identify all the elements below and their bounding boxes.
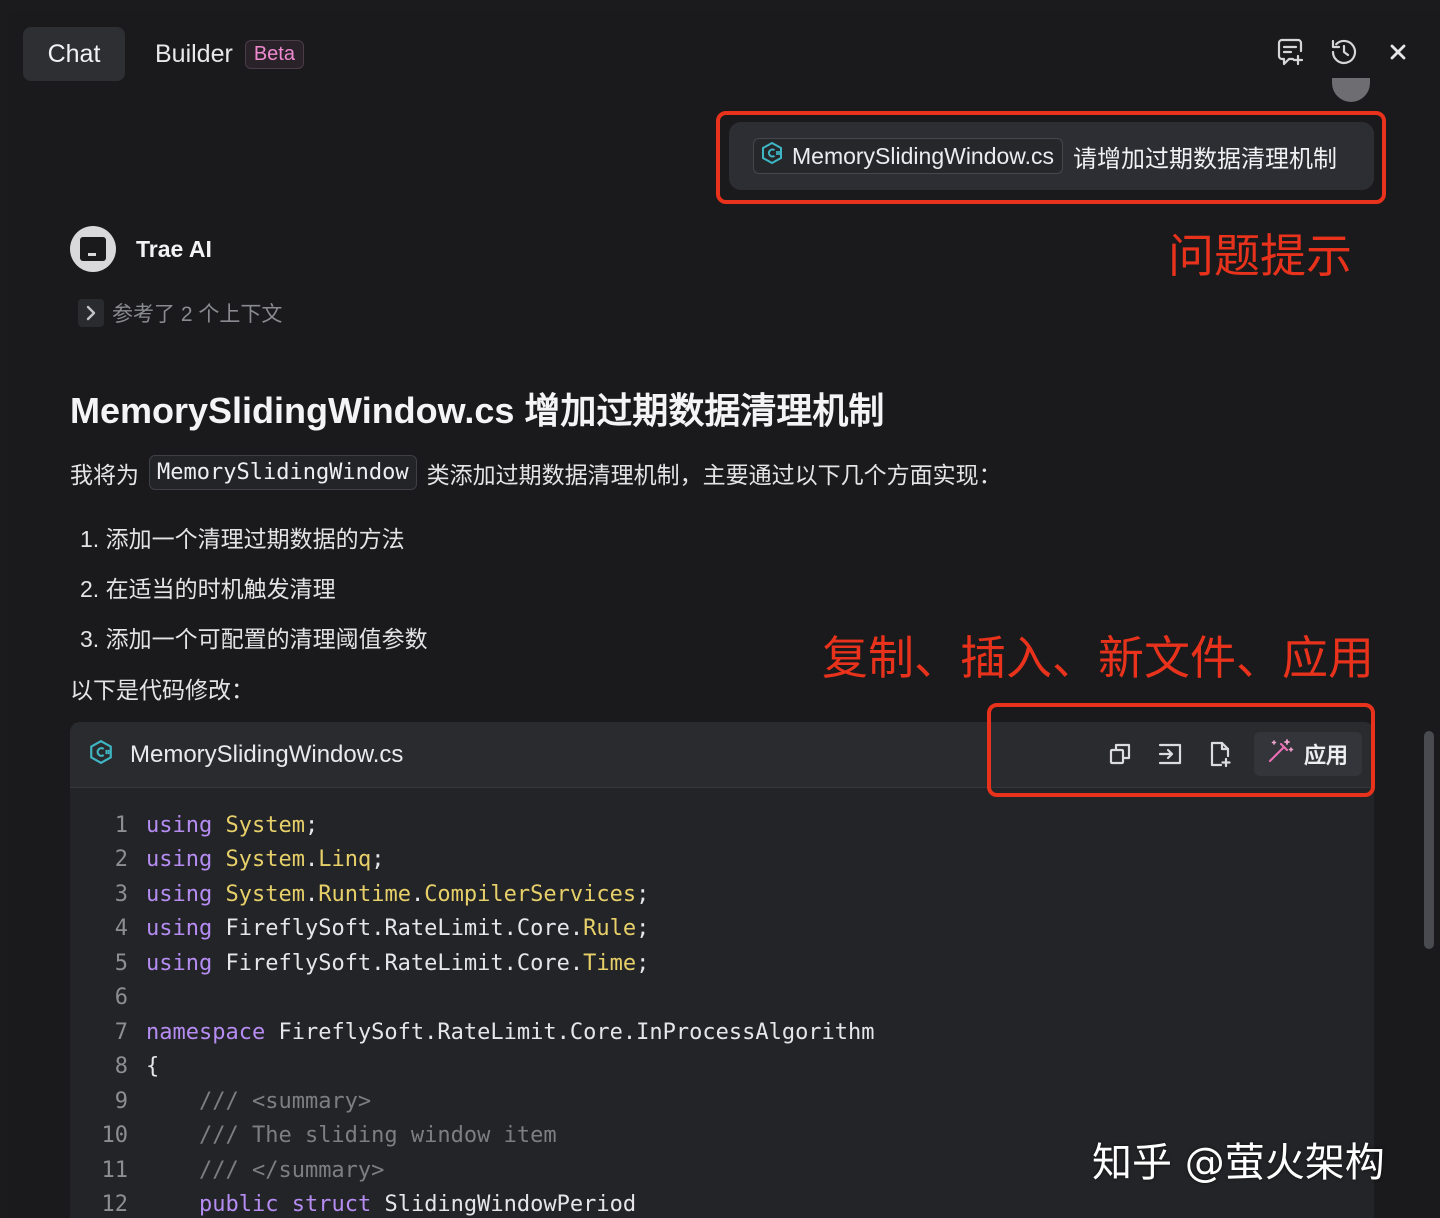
- header-actions: [1274, 36, 1414, 68]
- code-line: 12 public struct SlidingWindowPeriod: [101, 1192, 637, 1218]
- code-line: 9 /// <summary>: [114, 1088, 372, 1114]
- annotation-actions-hint: 复制、插入、新文件、应用: [822, 631, 1374, 685]
- annotation-box-question: [716, 111, 1386, 204]
- code-line: 1 using System;: [114, 812, 319, 838]
- close-icon[interactable]: [1382, 36, 1414, 68]
- scrollbar[interactable]: [1424, 731, 1434, 949]
- header-tabs: Chat Builder Beta: [23, 27, 304, 81]
- list-item: 3. 添加一个可配置的清理阈值参数: [80, 626, 428, 652]
- intro-text-before: 我将为: [70, 461, 139, 488]
- list-item: 1. 添加一个清理过期数据的方法: [80, 526, 405, 552]
- tab-builder[interactable]: Builder Beta: [155, 39, 304, 69]
- inline-code: MemorySlidingWindow: [149, 455, 417, 490]
- code-line: 7 namespace FireflySoft.RateLimit.Core.In…: [114, 1019, 875, 1045]
- watermark: 知乎 @萤火架构: [1092, 1140, 1385, 1186]
- new-chat-icon[interactable]: [1274, 36, 1306, 68]
- code-line: 4 using FireflySoft.RateLimit.Core.Rule;: [114, 916, 650, 942]
- code-line: 5 using FireflySoft.RateLimit.Core.Time;: [114, 950, 650, 976]
- history-icon[interactable]: [1328, 36, 1360, 68]
- annotation-box-actions: [987, 703, 1375, 797]
- ai-avatar: [70, 226, 116, 272]
- code-block-filename: MemorySlidingWindow.cs: [130, 740, 404, 768]
- tab-builder-label: Builder: [155, 39, 233, 68]
- response-intro: 我将为 MemorySlidingWindow 类添加过期数据清理机制，主要通过…: [70, 455, 1002, 490]
- list-item: 2. 在适当的时机触发清理: [80, 576, 336, 602]
- code-line: 6: [114, 985, 128, 1011]
- response-title: MemorySlidingWindow.cs 增加过期数据清理机制: [70, 390, 885, 431]
- response-paragraph: 以下是代码修改：: [70, 677, 254, 703]
- tab-chat[interactable]: Chat: [23, 27, 125, 81]
- beta-badge: Beta: [244, 39, 304, 69]
- code-line: 8{: [114, 1054, 160, 1080]
- csharp-file-icon: [88, 739, 114, 770]
- code-line: 3 using System.Runtime.CompilerServices;: [114, 881, 650, 907]
- context-reference[interactable]: 参考了 2 个上下文: [78, 298, 282, 328]
- context-reference-label: 参考了 2 个上下文: [112, 303, 283, 326]
- intro-text-after: 类添加过期数据清理机制，主要通过以下几个方面实现：: [426, 461, 1002, 488]
- annotation-question-hint: 问题提示: [1168, 229, 1352, 283]
- code-line: 2 using System.Linq;: [114, 847, 385, 873]
- ai-name: Trae AI: [136, 236, 212, 262]
- chevron-right-icon: [78, 299, 104, 327]
